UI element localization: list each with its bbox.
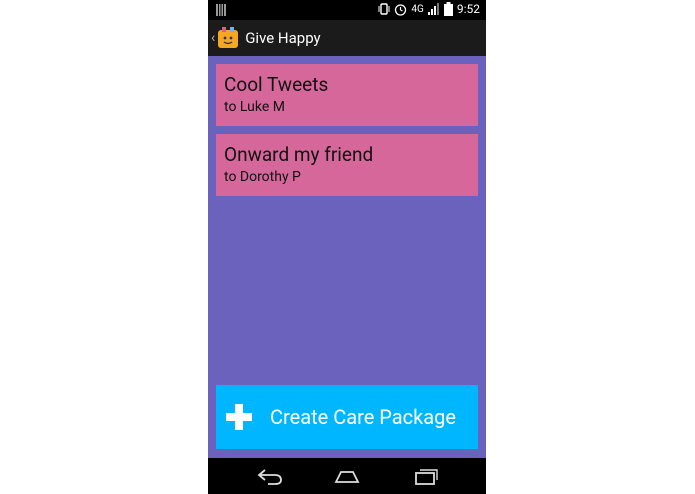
create-button-label: Create Care Package xyxy=(270,405,456,429)
battery-icon xyxy=(443,2,453,16)
create-care-package-button[interactable]: Create Care Package xyxy=(216,385,478,449)
plus-icon xyxy=(226,404,252,430)
app-title: Give Happy xyxy=(245,29,321,47)
card-recipient: to Luke M xyxy=(224,99,285,115)
card-title: Cool Tweets xyxy=(224,73,329,96)
network-type: 4G xyxy=(411,3,424,15)
card-recipient: to Dorothy P xyxy=(224,169,301,185)
care-package-card[interactable]: Cool Tweets to Luke M xyxy=(216,64,478,126)
notification-icon xyxy=(216,4,226,16)
clock: 9:52 xyxy=(456,2,480,16)
care-package-card[interactable]: Onward my friend to Dorothy P xyxy=(216,134,478,196)
card-title: Onward my friend xyxy=(224,143,374,166)
phone-screen: 4G 9:52 ‹ Give Happy Cool Tweets to Luke… xyxy=(208,0,486,494)
recent-apps-icon[interactable] xyxy=(412,466,440,486)
navigation-bar xyxy=(208,458,486,494)
signal-icon xyxy=(427,3,439,15)
status-bar: 4G 9:52 xyxy=(208,0,486,20)
action-bar: ‹ Give Happy xyxy=(208,20,486,56)
chevron-left-icon[interactable]: ‹ xyxy=(211,30,215,46)
home-icon[interactable] xyxy=(332,466,362,486)
back-icon[interactable] xyxy=(256,466,284,486)
alarm-icon xyxy=(395,3,407,16)
vibrate-icon xyxy=(378,3,390,15)
smiley-box-icon[interactable] xyxy=(217,27,239,49)
